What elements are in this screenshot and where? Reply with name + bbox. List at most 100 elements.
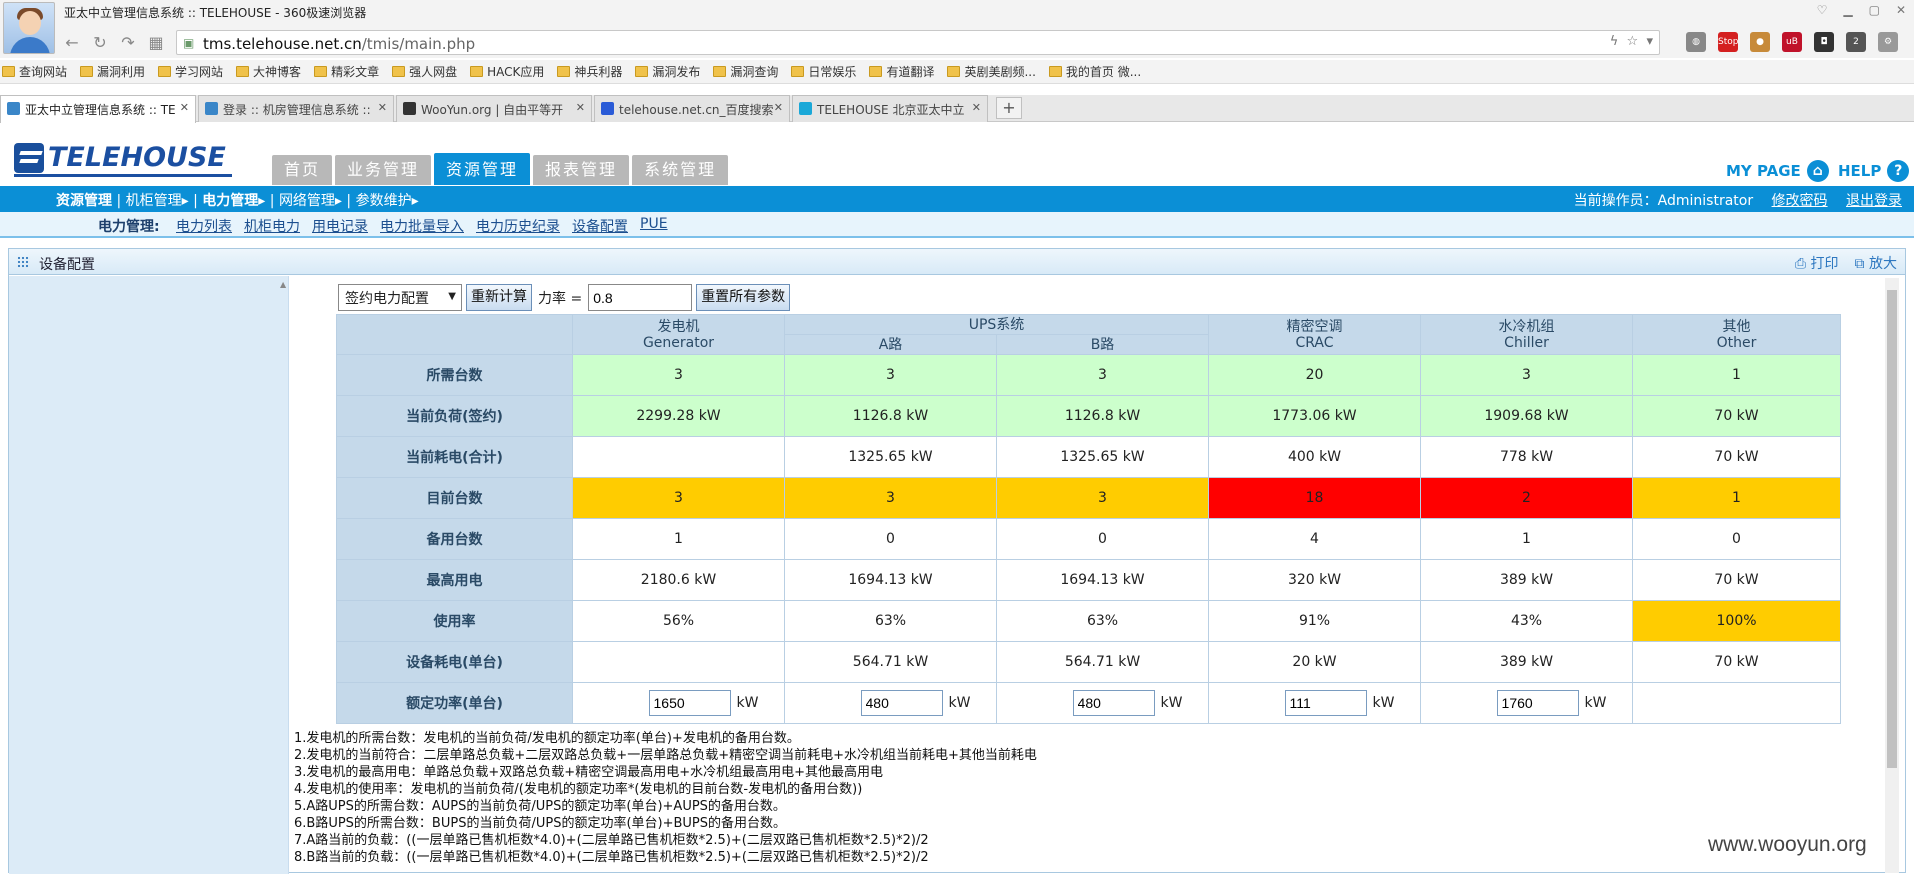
user-avatar[interactable] <box>3 2 55 54</box>
table-row: 最高用电 2180.6 kW 1694.13 kW 1694.13 kW 320… <box>336 559 1842 601</box>
window-titlebar: 亚太中立管理信息系统 :: TELEHOUSE - 360极速浏览器 ♡ ▁ ▢… <box>0 0 1914 28</box>
crumb-network[interactable]: 网络管理▸ <box>279 193 342 209</box>
tab-favicon-icon <box>799 102 812 115</box>
secure-icon: ▣ <box>183 36 195 50</box>
tab-telehouse-main[interactable]: 亚太中立管理信息系统 :: TE ✕ <box>0 95 196 123</box>
subnav-usage-record[interactable]: 用电记录 <box>312 216 368 236</box>
grid-icon[interactable]: ▦ <box>146 33 166 53</box>
print-button[interactable]: ⎙ 打印 <box>1795 253 1839 273</box>
bookmark-item[interactable]: 日常娱乐 <box>791 60 856 82</box>
bookmark-item[interactable]: 我的首页 微... <box>1048 60 1141 82</box>
crumb-params[interactable]: 参数维护▸ <box>356 193 419 209</box>
rated-power-generator-input[interactable] <box>648 690 731 716</box>
table-cell: 3 <box>572 477 785 519</box>
bookmark-item[interactable]: HACK应用 <box>470 60 544 82</box>
main-tab-home[interactable]: 首页 <box>272 155 333 185</box>
folder-icon <box>713 65 727 77</box>
crumb-cabinet[interactable]: 机柜管理▸ <box>126 193 189 209</box>
logout-link[interactable]: 退出登录 <box>1846 193 1902 209</box>
scroll-up-icon[interactable]: ▲ <box>280 280 286 289</box>
main-tab-business[interactable]: 业务管理 <box>335 155 432 185</box>
vertical-scrollbar[interactable] <box>1885 278 1899 873</box>
subnav-batch-import[interactable]: 电力批量导入 <box>380 216 464 236</box>
main-tab-reports[interactable]: 报表管理 <box>533 155 630 185</box>
address-bar[interactable]: ▣ tms.telehouse.net.cn/tmis/main.php ϟ ☆… <box>176 30 1660 55</box>
mask-icon[interactable]: ◘ <box>1814 32 1834 52</box>
table-cell: 564.71 kW <box>995 641 1210 683</box>
tab-close-icon[interactable]: ✕ <box>378 101 387 114</box>
tab-close-icon[interactable]: ✕ <box>972 101 981 114</box>
config-select[interactable]: 签约电力配置 ▼ <box>338 284 462 311</box>
bookmark-item[interactable]: 漏洞利用 <box>80 60 145 82</box>
tab-close-icon[interactable]: ✕ <box>576 101 585 114</box>
table-row: 当前耗电(合计) 1325.65 kW 1325.65 kW 400 kW 77… <box>336 436 1842 478</box>
subnav-pue[interactable]: PUE <box>640 216 668 236</box>
change-password-link[interactable]: 修改密码 <box>1772 193 1828 209</box>
globe-icon[interactable]: ◍ <box>1686 32 1706 52</box>
main-tab-resources[interactable]: 资源管理 <box>434 153 531 185</box>
recalculate-button[interactable]: 重新计算 <box>466 284 532 311</box>
settings-icon[interactable]: ⚙ <box>1878 32 1898 52</box>
reset-all-button[interactable]: 重置所有参数 <box>696 284 791 311</box>
power-factor-input[interactable] <box>588 284 693 311</box>
dropdown-icon[interactable]: ▾ <box>1646 34 1653 49</box>
help-link[interactable]: HELP? <box>1838 160 1910 182</box>
tab-wooyun[interactable]: WooYun.org | 自由平等开 ✕ <box>396 95 592 122</box>
mypage-link[interactable]: MY PAGE ⌂ <box>1726 160 1829 182</box>
header-other: 其他 Other <box>1632 314 1842 355</box>
cookie-icon[interactable]: ● <box>1750 32 1770 52</box>
zoom-button[interactable]: ⧉ 放大 <box>1855 253 1897 273</box>
table-cell: 4 <box>1208 518 1422 560</box>
row-label: 当前耗电(合计) <box>336 436 573 478</box>
rated-power-ups-b-input[interactable] <box>1072 690 1155 716</box>
scrollbar-thumb[interactable] <box>1887 290 1897 768</box>
rated-power-crac-input[interactable] <box>1284 690 1367 716</box>
subnav-device-config[interactable]: 设备配置 <box>572 216 628 236</box>
bookmark-item[interactable]: 学习网站 <box>158 60 223 82</box>
rated-power-ups-a-input[interactable] <box>860 690 943 716</box>
bookmark-item[interactable]: 漏洞发布 <box>635 60 700 82</box>
refresh-icon[interactable]: ↻ <box>90 33 110 53</box>
bookmark-item[interactable]: 强人网盘 <box>392 60 457 82</box>
tab-login[interactable]: 登录 :: 机房管理信息系统 :: ✕ <box>198 95 394 122</box>
folder-icon <box>236 65 250 77</box>
table-cell: 400 kW <box>1208 436 1422 478</box>
folder-icon <box>635 65 649 77</box>
crumb-power[interactable]: 电力管理▸ <box>202 193 265 209</box>
rated-power-chiller-input[interactable] <box>1496 690 1579 716</box>
table-cell: 3 <box>1420 354 1634 396</box>
subnav-cabinet-power[interactable]: 机柜电力 <box>244 216 300 236</box>
tab-telehouse-bj[interactable]: TELEHOUSE 北京亚太中立 ✕ <box>792 95 988 122</box>
main-tab-system[interactable]: 系统管理 <box>632 155 729 185</box>
tab-baidu[interactable]: telehouse.net.cn_百度搜索 ✕ <box>594 95 790 122</box>
new-tab-button[interactable]: + <box>996 97 1022 119</box>
subnav-history[interactable]: 电力历史纪录 <box>476 216 560 236</box>
bookmark-item[interactable]: 精彩文章 <box>314 60 379 82</box>
skin-icon[interactable]: ♡ <box>1817 3 1828 17</box>
table-cell: 1694.13 kW <box>784 559 997 601</box>
crumb-resources[interactable]: 资源管理 <box>56 193 112 209</box>
minimize-icon[interactable]: ▁ <box>1843 3 1852 17</box>
stop-ext-icon[interactable]: Stop <box>1718 32 1738 52</box>
back-icon[interactable]: ← <box>62 33 82 53</box>
bookmark-item[interactable]: 有道翻译 <box>869 60 934 82</box>
bookmark-item[interactable]: 英剧美剧频... <box>947 60 1036 82</box>
maximize-icon[interactable]: ▢ <box>1869 3 1880 17</box>
close-icon[interactable]: ✕ <box>1896 3 1906 17</box>
star-icon[interactable]: ☆ <box>1627 34 1639 49</box>
tab-close-icon[interactable]: ✕ <box>180 101 189 114</box>
forward-icon[interactable]: ↷ <box>118 33 138 53</box>
subnav-power-list[interactable]: 电力列表 <box>176 216 232 236</box>
telehouse-logo[interactable]: TELEHOUSE <box>14 142 226 173</box>
bookmark-item[interactable]: 查询网站 <box>2 60 67 82</box>
table-cell: kW <box>1208 682 1422 724</box>
breadcrumb: 资源管理 | 机柜管理▸ | 电力管理▸ | 网络管理▸ | 参数维护▸ <box>56 193 419 209</box>
bookmark-item[interactable]: 漏洞查询 <box>713 60 778 82</box>
tab-close-icon[interactable]: ✕ <box>774 101 783 114</box>
lightning-icon[interactable]: ϟ <box>1610 34 1619 49</box>
bookmark-item[interactable]: 神兵利器 <box>557 60 622 82</box>
bookmark-item[interactable]: 大神博客 <box>236 60 301 82</box>
notification-icon[interactable]: 2 <box>1846 32 1866 52</box>
ublock-icon[interactable]: uB <box>1782 32 1802 52</box>
printer-icon: ⎙ <box>1794 256 1807 272</box>
